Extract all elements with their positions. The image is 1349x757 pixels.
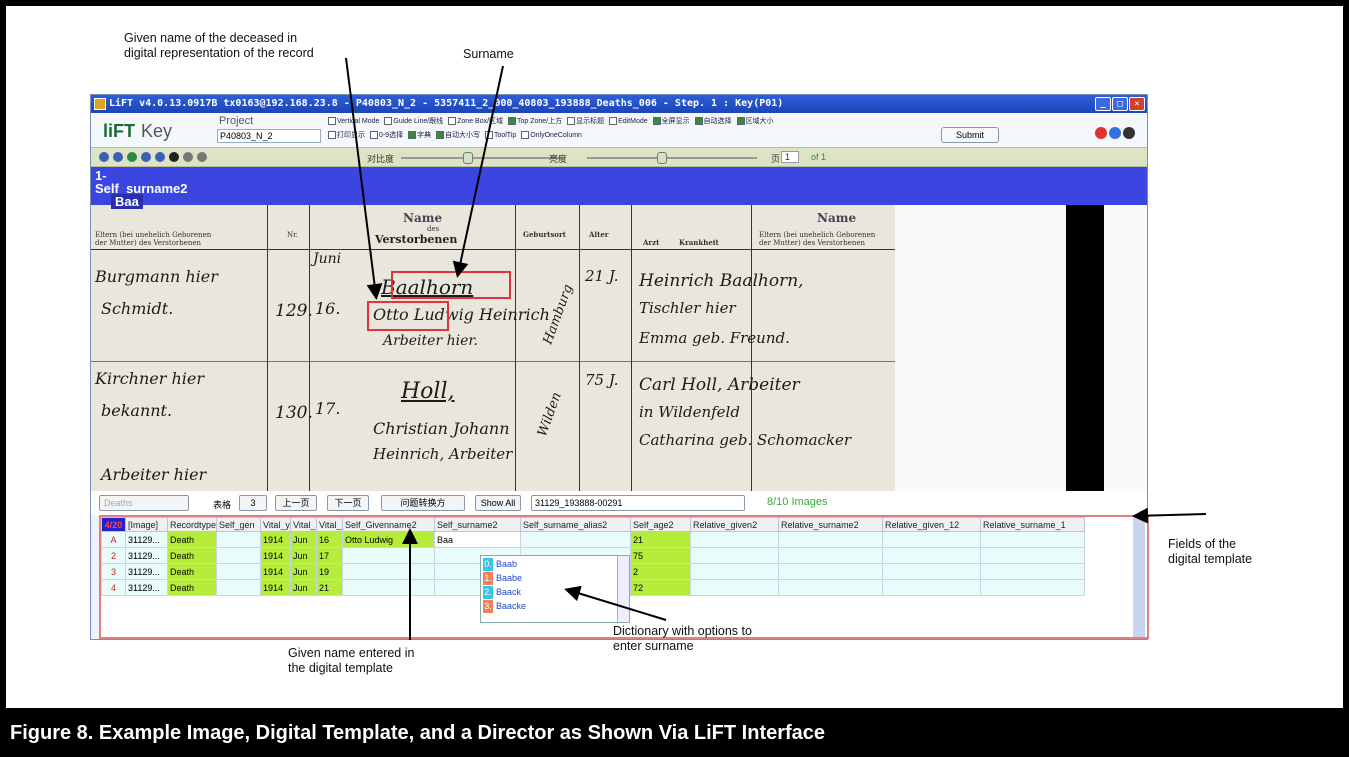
figure-caption: Figure 8. Example Image, Digital Templat… (10, 722, 826, 744)
figure-panel: Given name of the deceased in digital re… (6, 6, 1343, 708)
annotation-arrows (345, 57, 1207, 640)
arrow-surname (452, 65, 504, 278)
arrow-fields (1132, 507, 1207, 524)
arrow-dictionary (564, 585, 667, 621)
arrow-given-name-record (345, 57, 383, 300)
